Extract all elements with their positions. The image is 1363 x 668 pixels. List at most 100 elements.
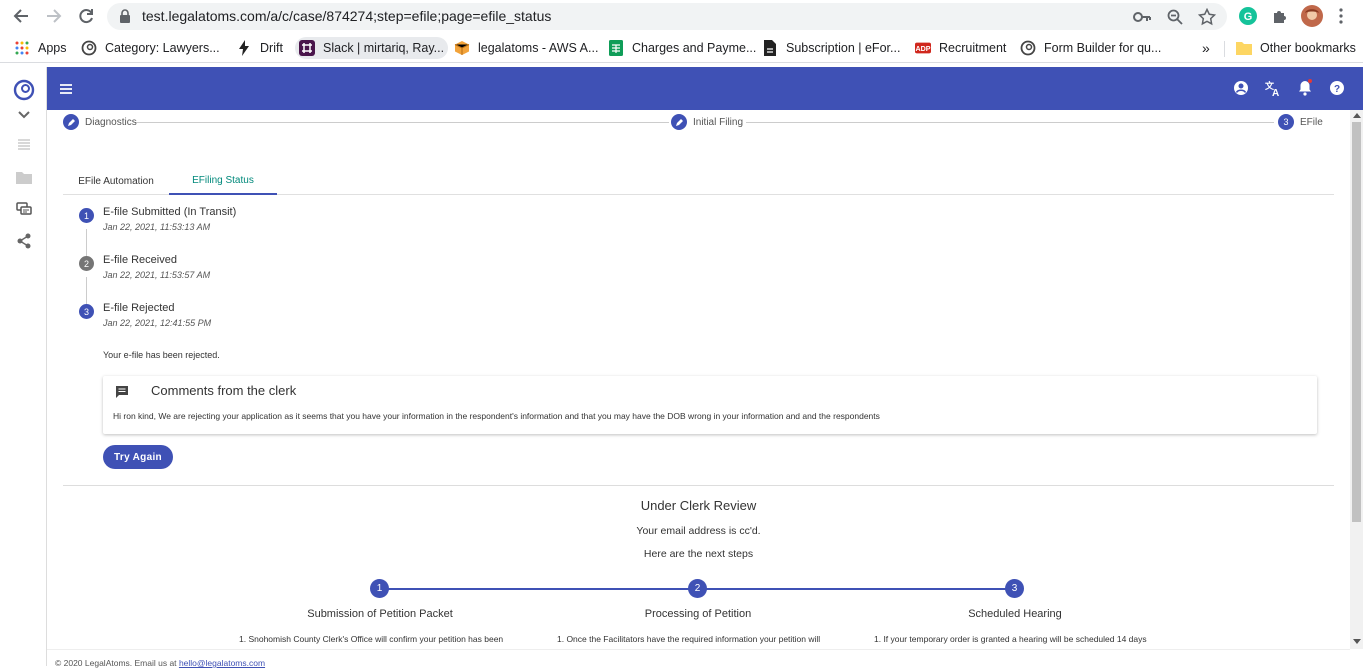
page-scrollbar[interactable] xyxy=(1350,110,1363,649)
svg-text:A: A xyxy=(1272,88,1279,97)
bookmark-recruitment[interactable]: ADP Recruitment xyxy=(911,37,1010,59)
bookmark-label: Slack | mirtariq, Ray... xyxy=(323,41,445,55)
status-message: Your e-file has been rejected. xyxy=(103,350,220,360)
bookmark-label: Apps xyxy=(38,41,67,55)
profile-avatar[interactable] xyxy=(1301,5,1323,27)
bookmark-label: Charges and Payme... xyxy=(632,41,757,55)
clerk-comments-card: Comments from the clerk Hi ron kind, We … xyxy=(103,376,1317,434)
try-again-button[interactable]: Try Again xyxy=(103,445,173,469)
efile-tabs: EFile Automation EFiling Status xyxy=(63,168,1334,195)
bookmark-charges[interactable]: Charges and Payme... xyxy=(604,37,760,59)
tab-efiling-status[interactable]: EFiling Status xyxy=(169,168,277,195)
bookmarks-divider xyxy=(1224,41,1225,57)
process-step-label: Submission of Petition Packet xyxy=(307,608,453,620)
list-icon[interactable] xyxy=(14,135,34,155)
app-header: 文A ? xyxy=(47,67,1363,110)
bookmark-aws[interactable]: legalatoms - AWS A... xyxy=(450,37,602,59)
svg-text:ADP: ADP xyxy=(915,45,930,53)
zoom-icon[interactable] xyxy=(1166,8,1184,26)
sheets-icon xyxy=(608,40,624,56)
notifications-bell-icon[interactable] xyxy=(1296,79,1314,97)
scroll-up-arrow-icon[interactable] xyxy=(1353,113,1361,118)
tab-efile-automation[interactable]: EFile Automation xyxy=(63,168,169,195)
chat-icon[interactable] xyxy=(14,199,34,219)
browser-toolbar: test.legalatoms.com/a/c/case/874274;step… xyxy=(0,0,1363,33)
bookmark-other-bookmarks[interactable]: Other bookmarks xyxy=(1232,37,1360,59)
legalatoms-logo-icon[interactable] xyxy=(13,79,35,101)
timeline-timestamp: Jan 22, 2021, 11:53:57 AM xyxy=(103,270,211,280)
aws-box-icon xyxy=(454,40,470,56)
step-label: EFile xyxy=(1300,116,1323,128)
svg-text:G: G xyxy=(1244,11,1253,23)
drift-bolt-icon xyxy=(236,40,252,56)
key-icon[interactable] xyxy=(1133,8,1151,26)
process-step-description: 1. Snohomish County Clerk's Office will … xyxy=(239,634,504,644)
bookmark-category-lawyers[interactable]: Category: Lawyers... xyxy=(77,37,224,59)
edit-pencil-icon xyxy=(63,114,79,130)
process-step-number: 1 xyxy=(370,579,389,598)
lock-icon xyxy=(119,9,131,28)
bookmark-slack[interactable]: Slack | mirtariq, Ray... xyxy=(295,37,449,59)
bookmark-apps[interactable]: Apps xyxy=(10,37,71,59)
tab-label: EFiling Status xyxy=(192,175,254,186)
step-initial-filing[interactable]: Initial Filing xyxy=(671,114,743,130)
footer-text: © 2020 LegalAtoms. Email us at xyxy=(55,658,177,668)
adp-icon: ADP xyxy=(915,40,931,56)
bookmark-label: Subscription | eFor... xyxy=(786,41,901,55)
timeline-number: 2 xyxy=(79,256,94,271)
chevron-down-icon[interactable] xyxy=(14,105,34,125)
extensions-puzzle-icon[interactable] xyxy=(1270,6,1290,26)
url-text: test.legalatoms.com/a/c/case/874274;step… xyxy=(142,8,552,24)
timeline-timestamp: Jan 22, 2021, 11:53:13 AM xyxy=(103,222,211,232)
step-label: Initial Filing xyxy=(693,116,744,128)
reload-icon[interactable] xyxy=(74,4,98,28)
bookmark-subscription[interactable]: Subscription | eFor... xyxy=(758,37,904,59)
forward-arrow-icon[interactable] xyxy=(42,4,66,28)
page-footer: © 2020 LegalAtoms. Email us at hello@leg… xyxy=(47,649,1350,668)
button-label: Try Again xyxy=(114,451,162,463)
chrome-menu-icon[interactable] xyxy=(1331,6,1351,26)
bookmark-label: Other bookmarks xyxy=(1260,41,1356,55)
star-icon[interactable] xyxy=(1198,8,1216,26)
comments-title: Comments from the clerk xyxy=(151,383,297,398)
help-icon[interactable]: ? xyxy=(1328,79,1346,97)
svg-text:?: ? xyxy=(1334,84,1340,95)
stepper-connector xyxy=(746,122,1274,123)
comments-body: Hi ron kind, We are rejecting your appli… xyxy=(113,411,880,421)
stepper-connector xyxy=(135,122,669,123)
review-heading: Under Clerk Review xyxy=(640,498,757,513)
bookmark-drift[interactable]: Drift xyxy=(232,37,287,59)
comment-icon xyxy=(115,385,129,399)
step-diagnostics[interactable]: Diagnostics xyxy=(63,114,137,130)
bookmarks-overflow-button[interactable]: » xyxy=(1198,37,1214,59)
folder-icon[interactable] xyxy=(14,167,34,187)
bookmark-label: legalatoms - AWS A... xyxy=(478,41,599,55)
timeline-timestamp: Jan 22, 2021, 12:41:55 PM xyxy=(103,318,212,328)
grammarly-extension-icon[interactable]: G xyxy=(1238,6,1258,26)
step-efile[interactable]: 3 EFile xyxy=(1278,114,1323,130)
legalatoms-logo-icon xyxy=(81,40,97,56)
menu-icon[interactable] xyxy=(57,80,75,98)
apps-grid-icon xyxy=(14,40,30,56)
timeline-connector xyxy=(86,229,87,259)
process-step-description: 1. Once the Facilitators have the requir… xyxy=(557,634,821,644)
account-icon[interactable] xyxy=(1232,79,1250,97)
timeline-connector xyxy=(86,277,87,307)
eform-doc-icon xyxy=(762,40,778,56)
bookmark-label: Category: Lawyers... xyxy=(105,41,220,55)
tab-label: EFile Automation xyxy=(78,176,154,187)
share-icon[interactable] xyxy=(14,231,34,251)
next-steps-text: Here are the next steps xyxy=(643,548,754,560)
back-arrow-icon[interactable] xyxy=(9,4,33,28)
scroll-down-arrow-icon[interactable] xyxy=(1353,639,1361,644)
bookmark-label: Drift xyxy=(260,41,283,55)
bookmark-form-builder[interactable]: Form Builder for qu... xyxy=(1016,37,1165,59)
translate-icon[interactable]: 文A xyxy=(1264,79,1282,97)
timeline-title: E-file Rejected xyxy=(103,302,175,314)
overflow-label: » xyxy=(1202,40,1210,56)
bookmark-label: Form Builder for qu... xyxy=(1044,41,1162,55)
address-bar[interactable]: test.legalatoms.com/a/c/case/874274;step… xyxy=(107,3,1227,30)
section-divider xyxy=(63,485,1334,486)
footer-email-link[interactable]: hello@legalatoms.com xyxy=(179,658,265,668)
scrollbar-thumb[interactable] xyxy=(1352,122,1361,522)
